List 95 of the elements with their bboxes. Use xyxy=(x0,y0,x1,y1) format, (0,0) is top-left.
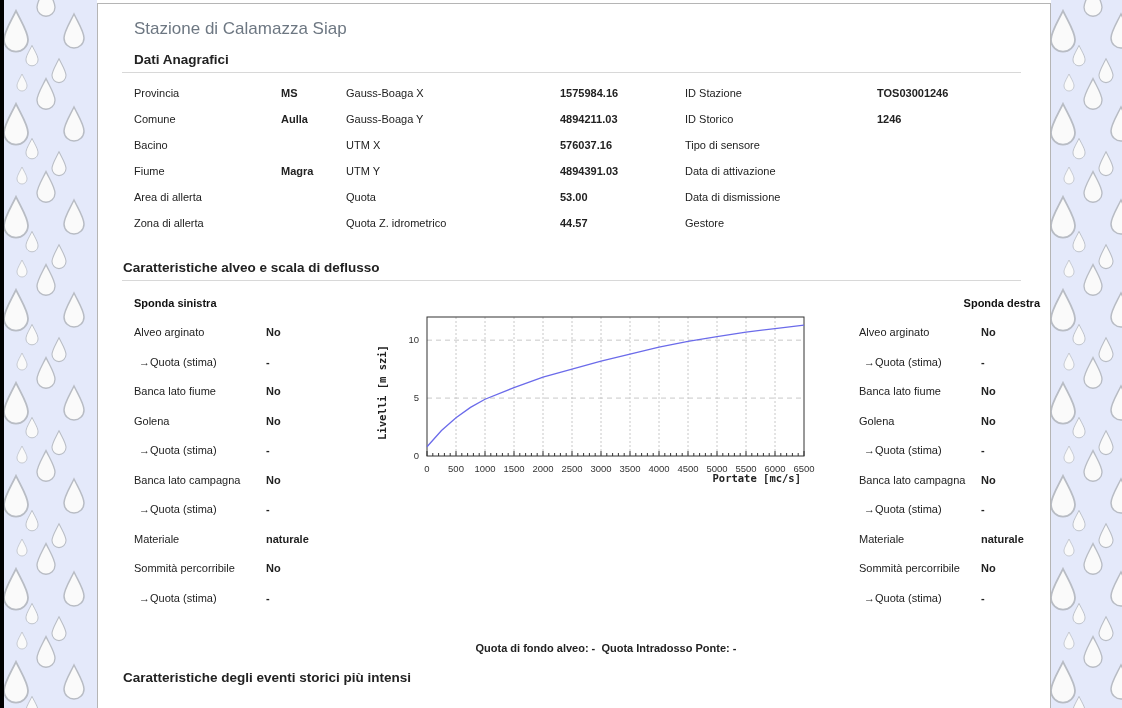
field-label: Gestore xyxy=(685,216,725,229)
field-label: →Quota (stima) xyxy=(863,354,943,370)
field-value: No xyxy=(981,384,996,399)
field-value: Magra xyxy=(281,164,314,177)
field-value: No xyxy=(266,472,281,488)
field-value: 4894391.03 xyxy=(560,164,619,177)
field-value: 1575984.16 xyxy=(560,86,619,99)
field-value: No xyxy=(981,472,996,488)
field-label: Zona di allerta xyxy=(134,216,204,229)
field-label: Golena xyxy=(134,413,171,429)
field-label: Alveo arginato xyxy=(859,325,931,340)
field-value: No xyxy=(266,384,281,399)
field-label: →Quota (stima) xyxy=(138,502,218,517)
field-label: Quota Z. idrometrico xyxy=(346,216,447,229)
field-label: →Quota (stima) xyxy=(138,443,218,458)
field-label: UTM Y xyxy=(346,164,381,177)
field-label: Sommità percorribile xyxy=(859,561,961,576)
field-label: Data di dismissione xyxy=(685,190,781,203)
field-label: →Quota (stima) xyxy=(138,590,218,606)
field-label: Materiale xyxy=(134,531,181,547)
field-label: Sommità percorribile xyxy=(134,561,236,576)
tick-label: 5 xyxy=(413,392,419,404)
tick-label: 2500 xyxy=(561,463,583,474)
tick-label: 3000 xyxy=(590,463,612,474)
field-label: Materiale xyxy=(859,531,906,547)
field-label: Fiume xyxy=(134,164,165,177)
field-label: Banca lato campagna xyxy=(859,472,967,488)
tick-label: 4500 xyxy=(677,463,699,474)
tick-label: 500 xyxy=(448,463,464,474)
field-label: Gauss-Boaga X xyxy=(346,86,424,99)
field-value: 4894211.03 xyxy=(560,112,618,125)
bank-title: Sponda sinistra xyxy=(134,295,217,311)
field-value: TOS03001246 xyxy=(877,86,949,99)
y-axis-title: Livelli [m szi] xyxy=(376,345,388,440)
x-axis-title: Portate [mc/s] xyxy=(712,472,801,484)
field-value: - xyxy=(981,502,985,517)
field-value: No xyxy=(266,325,281,340)
field-label: →Quota (stima) xyxy=(863,502,943,517)
field-label: Banca lato campagna xyxy=(134,472,242,488)
tick-label: 0 xyxy=(424,463,430,474)
section-heading: Caratteristiche degli eventi storici più intensi xyxy=(123,668,413,687)
tick-label: 5000 xyxy=(706,463,728,474)
field-label: Bacino xyxy=(134,138,168,151)
field-value: No xyxy=(981,413,996,429)
section-heading: Dati Anagrafici xyxy=(134,51,230,69)
field-value: No xyxy=(266,413,281,429)
field-label: Tipo di sensore xyxy=(685,138,760,151)
tick-label: 10 xyxy=(408,334,419,346)
field-label: Alveo arginato xyxy=(134,325,206,340)
field-value: - xyxy=(266,590,270,606)
field-value: No xyxy=(981,561,996,576)
field-label: ID Storico xyxy=(685,112,734,125)
field-label: Quota xyxy=(346,190,376,203)
tick-label: 0 xyxy=(413,450,419,461)
field-value: 53.00 xyxy=(560,190,588,203)
field-value: 44.57 xyxy=(560,216,588,229)
field-value: MS xyxy=(281,86,298,99)
field-value: - xyxy=(981,354,985,370)
tick-label: 4000 xyxy=(648,463,670,474)
field-value: - xyxy=(981,443,985,458)
field-label: Gauss-Boaga Y xyxy=(346,112,424,125)
field-label: Provincia xyxy=(134,86,180,99)
field-label: →Quota (stima) xyxy=(138,354,218,370)
tick-label: 1000 xyxy=(474,463,496,474)
field-value: naturale xyxy=(981,531,1024,547)
field-value: - xyxy=(981,590,985,606)
tick-label: 2000 xyxy=(532,463,554,474)
tick-label: 1500 xyxy=(503,463,525,474)
page-title: Stazione di Calamazza Siap xyxy=(133,18,348,40)
field-label: UTM X xyxy=(346,138,381,151)
field-value: - xyxy=(266,443,270,458)
field-value: naturale xyxy=(266,531,309,547)
footer-note: Quota di fondo alveo: - Quota Intradosso Ponte: - xyxy=(475,640,737,656)
field-value: 576037.16 xyxy=(560,138,612,151)
field-label: ID Stazione xyxy=(685,86,742,99)
field-value: - xyxy=(266,354,270,370)
tick-label: 3500 xyxy=(619,463,641,474)
field-value: Aulla xyxy=(281,112,308,125)
field-value: - xyxy=(266,502,270,517)
tick-label: 6500 xyxy=(793,463,815,474)
field-label: →Quota (stima) xyxy=(863,443,943,458)
field-label: Banca lato fiume xyxy=(859,384,942,399)
bank-title: Sponda destra xyxy=(963,295,1040,311)
field-value: No xyxy=(981,325,996,340)
field-value: No xyxy=(266,561,281,576)
field-label: Banca lato fiume xyxy=(134,384,217,399)
field-label: Comune xyxy=(134,112,176,125)
field-value: 1246 xyxy=(877,112,902,125)
field-label: Data di attivazione xyxy=(685,164,776,177)
field-label: Golena xyxy=(859,413,896,429)
field-label: →Quota (stima) xyxy=(863,590,943,606)
section-heading: Caratteristiche alveo e scala di deflusso xyxy=(123,259,381,277)
field-label: Area di allerta xyxy=(134,190,202,203)
tick-label: 6000 xyxy=(764,463,786,474)
tick-label: 5500 xyxy=(735,463,757,474)
